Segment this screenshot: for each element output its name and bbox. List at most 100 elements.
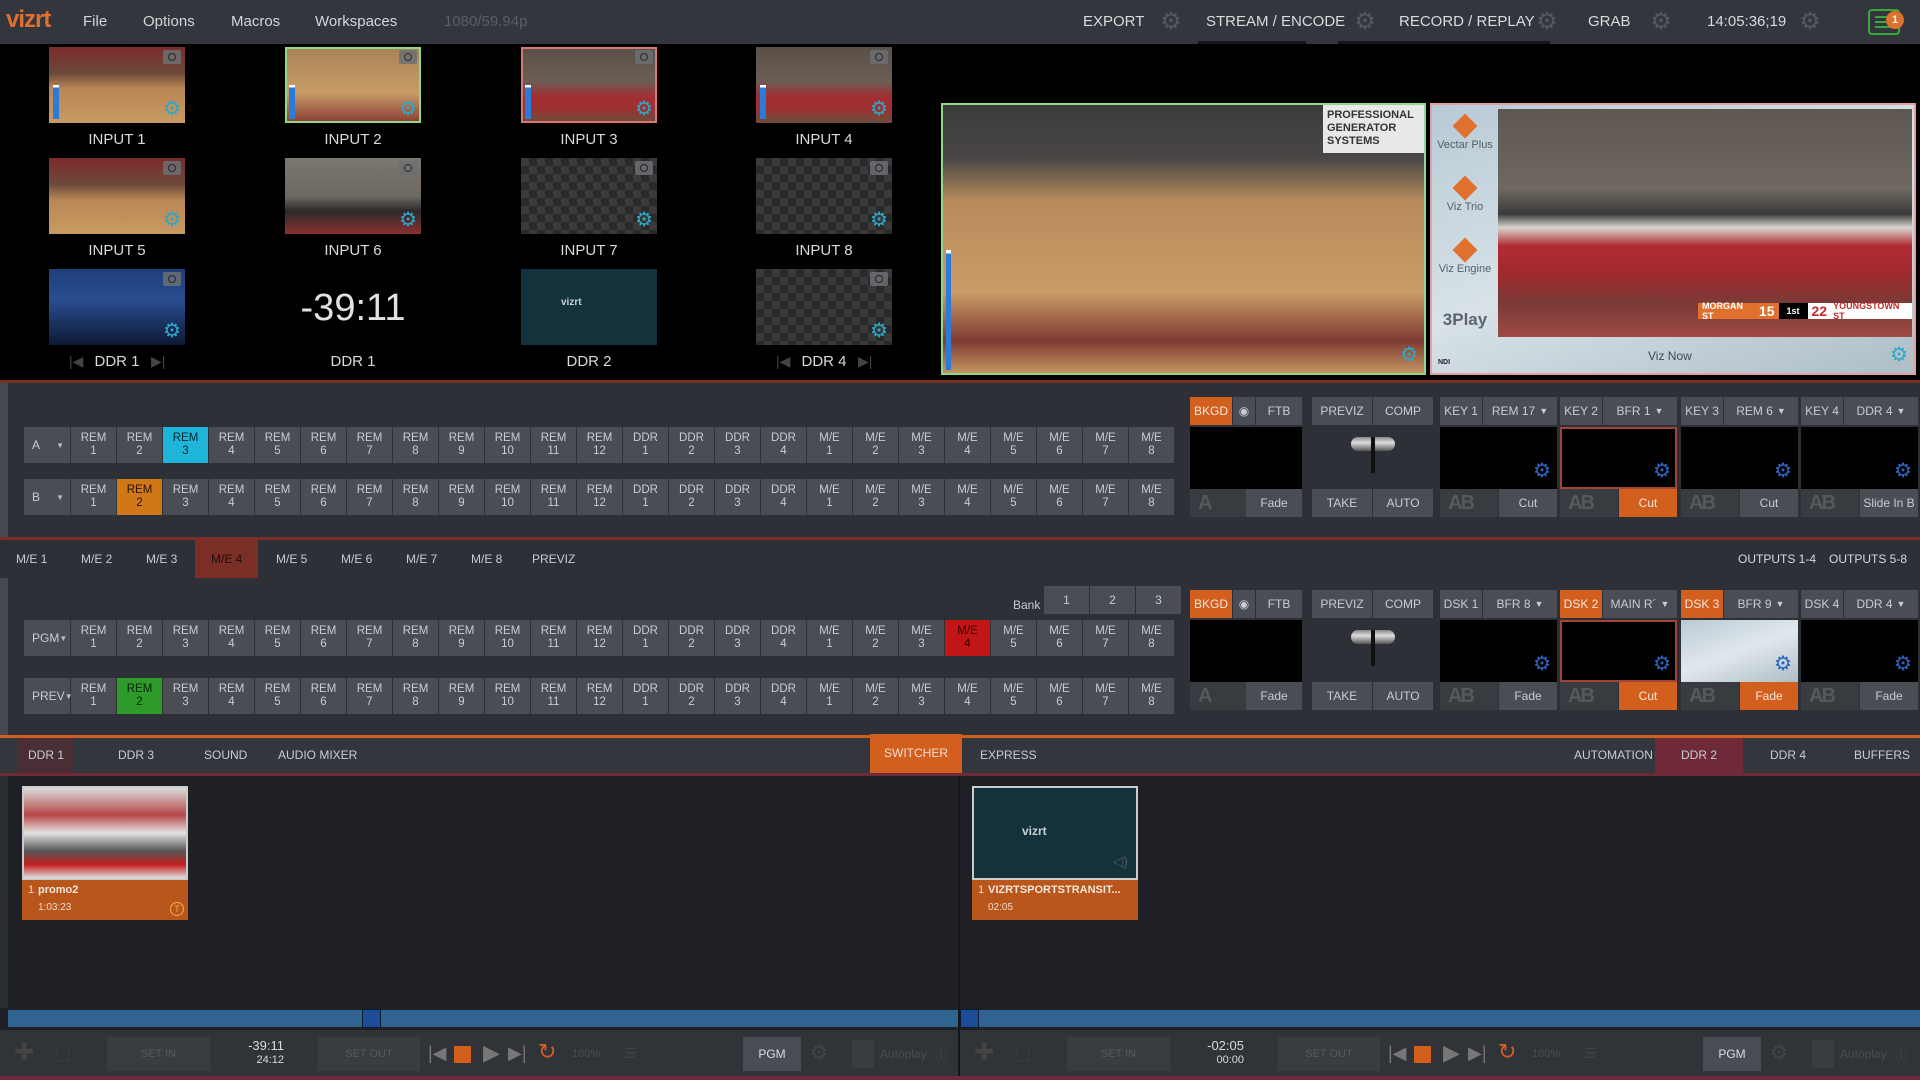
- outputs-1-4-tab[interactable]: OUTPUTS 1-4: [1738, 552, 1816, 566]
- bus-a-selector[interactable]: A ▼: [24, 427, 70, 463]
- grab-settings-gear-icon[interactable]: ⚙: [1649, 10, 1673, 34]
- source-button-me-3[interactable]: M/E 3: [899, 479, 944, 515]
- ddr1-scrub-bar[interactable]: [8, 1010, 958, 1027]
- source-button-me-4[interactable]: M/E 4: [945, 427, 990, 463]
- source-button-me-1[interactable]: M/E 1: [807, 479, 852, 515]
- snapshot-camera-icon[interactable]: [870, 272, 888, 286]
- bottom-tab-sound[interactable]: SOUND: [194, 738, 257, 773]
- source-button-rem-12[interactable]: REM 12: [577, 620, 622, 656]
- source-button-me-4[interactable]: M/E 4: [945, 479, 990, 515]
- bottom-tab-buffers[interactable]: BUFFERS: [1844, 738, 1920, 773]
- key-4-button[interactable]: KEY 4: [1801, 397, 1843, 425]
- key-settings-gear-icon[interactable]: ⚙: [1533, 458, 1551, 483]
- source-button-rem-1[interactable]: REM 1: [71, 479, 116, 515]
- ftb-button[interactable]: FTB: [1256, 397, 1302, 425]
- ddr1-output-pgm-button[interactable]: PGM: [743, 1037, 801, 1071]
- menu-options[interactable]: Options: [143, 13, 195, 30]
- source-button-me-6[interactable]: M/E 6: [1037, 620, 1082, 656]
- ddr1-next-clip-icon[interactable]: ▶|: [508, 1043, 527, 1063]
- source-settings-gear-icon[interactable]: ⚙: [163, 321, 181, 341]
- ddr1-set-in-button[interactable]: SET IN: [107, 1037, 210, 1071]
- ddr2-set-in-button[interactable]: SET IN: [1067, 1037, 1170, 1071]
- preview-settings-gear-icon[interactable]: ⚙: [1400, 342, 1418, 367]
- key-1-transition-button[interactable]: Cut: [1499, 489, 1557, 517]
- source-button-ddr-4[interactable]: DDR 4: [761, 678, 806, 714]
- me-tab-previz[interactable]: PREVIZ: [516, 540, 591, 578]
- ddr2-output-pgm-button[interactable]: PGM: [1703, 1037, 1761, 1071]
- source-button-rem-2[interactable]: REM 2: [117, 427, 162, 463]
- ddr2-set-out-button[interactable]: SET OUT: [1278, 1037, 1380, 1071]
- ddr1-edit-clip-icon[interactable]: ⬚: [54, 1043, 71, 1063]
- bottom-tab-express[interactable]: EXPRESS: [970, 738, 1047, 773]
- source-button-me-3[interactable]: M/E 3: [899, 427, 944, 463]
- source-button-rem-6[interactable]: REM 6: [301, 678, 346, 714]
- source-button-ddr-1[interactable]: DDR 1: [623, 620, 668, 656]
- dsk-3-button[interactable]: DSK 3: [1681, 590, 1723, 618]
- source-button-rem-5[interactable]: REM 5: [255, 479, 300, 515]
- stream-encode-button[interactable]: STREAM / ENCODE: [1206, 13, 1345, 30]
- snapshot-camera-icon[interactable]: [163, 272, 181, 286]
- ftb-button[interactable]: FTB: [1256, 590, 1302, 618]
- source-button-me-7[interactable]: M/E 7: [1083, 479, 1128, 515]
- source-button-rem-3[interactable]: REM 3: [163, 620, 208, 656]
- source-button-me-5[interactable]: M/E 5: [991, 479, 1036, 515]
- previz-button[interactable]: PREVIZ: [1312, 590, 1372, 618]
- key-1-source-dropdown[interactable]: REM 17 ▼: [1483, 397, 1557, 425]
- bkgd-preview-eye-icon[interactable]: ◉: [1233, 590, 1255, 618]
- source-settings-gear-icon[interactable]: ⚙: [399, 210, 417, 230]
- bottom-tab-ddr-3[interactable]: DDR 3: [108, 738, 164, 773]
- source-button-rem-3[interactable]: REM 3: [163, 427, 208, 463]
- key-2-button[interactable]: KEY 2: [1560, 397, 1602, 425]
- source-button-ddr-2[interactable]: DDR 2: [669, 427, 714, 463]
- ddr1-add-clip-icon[interactable]: ✚: [14, 1041, 34, 1065]
- source-button-me-8[interactable]: M/E 8: [1129, 678, 1174, 714]
- source-button-me-8[interactable]: M/E 8: [1129, 427, 1174, 463]
- take-button[interactable]: TAKE: [1312, 682, 1372, 710]
- ddr2-output-settings-gear-icon[interactable]: ⚙: [1770, 1043, 1788, 1063]
- dsk-2-source-dropdown[interactable]: MAIN R´ ▼: [1603, 590, 1677, 618]
- thumbnail-input-5-4[interactable]: ⚙: [49, 158, 185, 234]
- export-settings-gear-icon[interactable]: ⚙: [1159, 10, 1183, 34]
- previz-button[interactable]: PREVIZ: [1312, 397, 1372, 425]
- bottom-tab-automation[interactable]: AUTOMATION: [1564, 738, 1663, 773]
- thumbnail-input-8-7[interactable]: ⚙: [756, 158, 892, 234]
- ddr1-previous-clip-icon[interactable]: |◀: [428, 1043, 447, 1063]
- stream-settings-gear-icon[interactable]: ⚙: [1353, 10, 1377, 34]
- ddr2-scrub-bar[interactable]: [960, 1010, 1920, 1027]
- snapshot-camera-icon[interactable]: [870, 50, 888, 64]
- ddr2-autoplay-info-icon[interactable]: ⓘ: [1895, 1047, 1907, 1064]
- dsk-2-button[interactable]: DSK 2: [1560, 590, 1602, 618]
- background-transition-fade[interactable]: Fade: [1246, 489, 1302, 517]
- t-bar-slider[interactable]: [1345, 624, 1401, 680]
- dsk-1-button[interactable]: DSK 1: [1440, 590, 1482, 618]
- source-button-ddr-3[interactable]: DDR 3: [715, 427, 760, 463]
- dsk-4-source-dropdown[interactable]: DDR 4 ▼: [1844, 590, 1918, 618]
- source-button-ddr-1[interactable]: DDR 1: [623, 427, 668, 463]
- snapshot-camera-icon[interactable]: [399, 50, 417, 64]
- ddr2-stop-icon[interactable]: [1414, 1046, 1431, 1063]
- ddr1-autoplay-checkbox[interactable]: [852, 1040, 874, 1068]
- ddr1-speed-readout[interactable]: 100%: [572, 1048, 600, 1060]
- source-button-me-2[interactable]: M/E 2: [853, 678, 898, 714]
- snapshot-camera-icon[interactable]: [870, 161, 888, 175]
- source-button-rem-6[interactable]: REM 6: [301, 620, 346, 656]
- key-2-transition-button[interactable]: Cut: [1619, 489, 1677, 517]
- take-button[interactable]: TAKE: [1312, 489, 1372, 517]
- program-settings-gear-icon[interactable]: ⚙: [1890, 342, 1908, 367]
- source-button-rem-10[interactable]: REM 10: [485, 620, 530, 656]
- key-settings-gear-icon[interactable]: ⚙: [1533, 651, 1551, 676]
- source-button-rem-5[interactable]: REM 5: [255, 678, 300, 714]
- source-button-ddr-3[interactable]: DDR 3: [715, 678, 760, 714]
- source-button-me-6[interactable]: M/E 6: [1037, 427, 1082, 463]
- panel-resize-handle-2[interactable]: [0, 578, 8, 735]
- me-tab-me7[interactable]: M/E 7: [390, 540, 453, 578]
- bus-pgm-selector[interactable]: PGM ▼: [24, 620, 70, 656]
- source-button-me-5[interactable]: M/E 5: [991, 678, 1036, 714]
- source-button-rem-8[interactable]: REM 8: [393, 678, 438, 714]
- source-button-rem-5[interactable]: REM 5: [255, 620, 300, 656]
- me-tab-me4[interactable]: M/E 4: [195, 540, 259, 578]
- source-button-rem-4[interactable]: REM 4: [209, 427, 254, 463]
- comp-button[interactable]: COMP: [1373, 590, 1433, 618]
- source-button-rem-4[interactable]: REM 4: [209, 479, 254, 515]
- auto-button[interactable]: AUTO: [1373, 489, 1433, 517]
